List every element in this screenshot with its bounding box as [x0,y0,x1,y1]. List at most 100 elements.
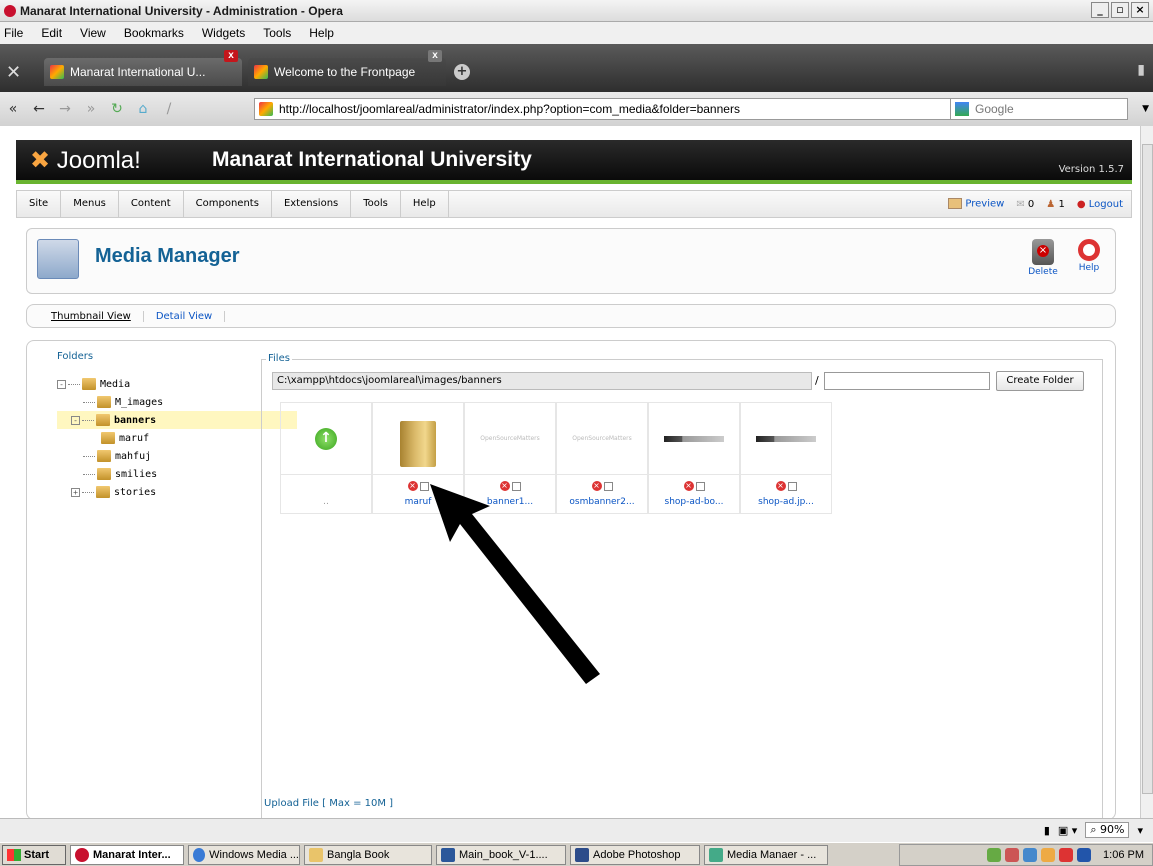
fast-forward-icon[interactable]: » [78,101,104,117]
select-checkbox[interactable] [695,481,705,491]
joomla-favicon-icon [259,102,273,116]
folder-icon [97,396,111,408]
folder-icon [96,486,110,498]
panel-icon[interactable]: ▮ [1044,824,1050,837]
task-windows-media[interactable]: Windows Media ... [188,844,300,865]
volume-icon[interactable] [1023,848,1038,862]
folder-icon[interactable] [400,420,436,467]
task-opera[interactable]: Manarat Inter... [70,844,184,865]
view-icon[interactable]: ▣ ▾ [1058,824,1077,837]
reload-icon[interactable]: ↻ [104,101,130,117]
tray-icon[interactable] [1077,848,1092,862]
create-folder-button[interactable]: Create Folder [996,371,1084,391]
tray-icon[interactable] [1059,848,1074,862]
tray-icon[interactable] [1041,848,1056,862]
folder-icon [309,847,323,862]
chevron-down-icon[interactable]: ▼ [1142,104,1149,114]
image-thumbnail[interactable]: OpenSourceMatters [572,435,631,442]
media-item-up[interactable]: ↑ .. [280,402,372,514]
media-item-shop-ad[interactable]: × shop-ad.jp... [740,402,832,514]
tab-bar: ✕ Manarat International U... x Welcome t… [0,44,1153,92]
zoom-controls: ▮ ▣ ▾ ⌕ 90% ▾ [1044,822,1143,838]
tab-frontpage[interactable]: Welcome to the Frontpage x [248,50,446,86]
task-photoshop[interactable]: Adobe Photoshop [570,844,700,865]
scrollbar-thumb[interactable] [1142,144,1153,794]
folder-icon [97,468,111,480]
wand-icon[interactable]: / [156,101,182,117]
search-field[interactable]: Google [950,98,1128,120]
joomla-favicon-icon [254,65,268,79]
image-thumbnail[interactable] [756,435,816,442]
joomla-favicon-icon [50,65,64,79]
folders-legend: Folders [55,351,96,362]
preview-link[interactable]: Preview [948,198,1004,210]
expand-icon[interactable]: + [71,487,80,497]
delete-item-icon[interactable]: × [407,481,418,491]
menu-content[interactable]: Content [119,190,184,218]
users-icon: ♟ [1046,198,1056,210]
zoom-level[interactable]: ⌕ 90% [1085,822,1130,838]
select-checkbox[interactable] [787,481,797,491]
menu-menus[interactable]: Menus [61,190,119,218]
tab-manarat[interactable]: Manarat International U... x [44,50,242,86]
joomla-logo: ✖ Joomla! [30,147,141,174]
new-folder-input[interactable] [824,372,990,390]
menu-help[interactable]: Help [401,190,449,218]
menu-view[interactable]: View [80,26,106,40]
delete-item-icon[interactable]: × [683,481,694,491]
task-media-manager[interactable]: Media Manaer - ... [704,844,828,865]
close-tab-icon[interactable]: x [224,50,238,62]
chevron-down-icon[interactable]: ▾ [1137,824,1143,837]
vertical-scrollbar[interactable] [1140,126,1153,818]
url-text: http://localhost/joomlareal/administrato… [279,102,740,116]
tray-icon[interactable] [1005,848,1020,862]
collapse-icon[interactable]: - [71,415,80,425]
menu-components[interactable]: Components [184,190,272,218]
address-field[interactable]: http://localhost/joomlareal/administrato… [254,98,970,120]
messages-count[interactable]: ✉ 0 [1016,199,1034,210]
tab-detail-view[interactable]: Detail View [144,310,226,322]
folder-icon [96,414,110,426]
menu-tools[interactable]: Tools [263,26,291,40]
menu-edit[interactable]: Edit [41,26,62,40]
folder-icon [82,378,96,390]
help-button[interactable]: Help [1069,239,1109,273]
menu-widgets[interactable]: Widgets [202,26,245,40]
tray-icon[interactable] [987,848,1002,862]
image-thumbnail[interactable] [664,435,724,442]
rewind-icon[interactable]: « [0,101,26,117]
menu-help[interactable]: Help [309,26,334,40]
menu-extensions[interactable]: Extensions [272,190,352,218]
close-tab-icon[interactable]: x [428,50,442,62]
tab-thumbnail-view[interactable]: Thumbnail View [39,310,144,322]
delete-item-icon[interactable]: × [775,481,786,491]
windows-taskbar: Start Manarat Inter... Windows Media ...… [0,842,1153,866]
forward-icon[interactable]: → [52,101,78,117]
menu-site[interactable]: Site [17,190,62,218]
clock[interactable]: 1:06 PM [1103,849,1144,861]
back-icon[interactable]: ← [26,101,52,117]
minimize-button[interactable]: _ [1091,2,1109,18]
new-tab-button[interactable]: + [454,64,470,80]
task-main-book[interactable]: Main_book_V-1.... [436,844,566,865]
media-item-shop-ad-bo[interactable]: × shop-ad-bo... [648,402,740,514]
start-button[interactable]: Start [2,844,66,865]
collapse-icon[interactable]: - [57,379,66,389]
page-title: Media Manager [95,245,240,267]
restore-button[interactable]: ▫ [1111,2,1129,18]
menu-bookmarks[interactable]: Bookmarks [124,26,184,40]
delete-button[interactable]: Delete [1023,239,1063,277]
logout-link[interactable]: ● Logout [1077,199,1123,210]
image-icon [709,847,723,862]
home-icon[interactable]: ⌂ [130,101,156,117]
menu-tools[interactable]: Tools [351,190,401,218]
users-count[interactable]: ♟ 1 [1046,199,1065,210]
menu-file[interactable]: File [4,26,23,40]
image-thumbnail[interactable]: OpenSourceMatters [480,435,539,442]
task-bangla-book[interactable]: Bangla Book [304,844,432,865]
folder-up-icon[interactable]: ↑ [315,427,337,450]
annotation-arrow [430,484,600,684]
trash-icon[interactable]: ▮ [1137,62,1145,78]
wrench-icon[interactable]: ✕ [6,62,21,83]
close-window-button[interactable]: × [1131,2,1149,18]
